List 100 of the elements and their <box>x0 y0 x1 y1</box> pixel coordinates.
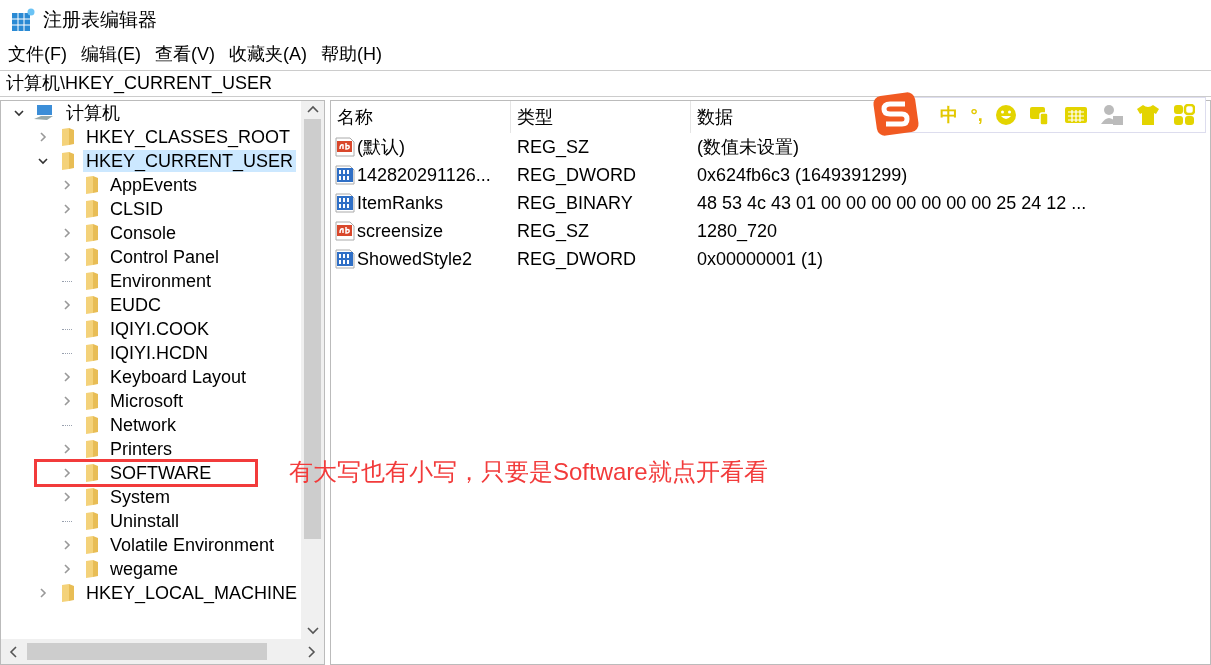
menu-item[interactable]: 收藏夹(A) <box>229 40 307 68</box>
chevron-right-icon[interactable] <box>61 227 73 239</box>
chevron-right-icon[interactable] <box>61 563 73 575</box>
chevron-down-icon[interactable] <box>37 155 49 167</box>
tree-item[interactable]: Control Panel <box>107 246 223 268</box>
value-name[interactable]: 142820291126... <box>357 161 491 189</box>
tree-line <box>62 352 72 354</box>
chevron-right-icon[interactable] <box>61 539 73 551</box>
annotation-text: 有大写也有小写，只要是Software就点开看看 <box>289 457 768 487</box>
tree-item[interactable]: Keyboard Layout <box>107 366 250 388</box>
value-data: 0x624fb6c3 (1649391299) <box>696 163 909 187</box>
column-header[interactable]: 名称 <box>331 101 511 133</box>
string-value-icon <box>335 221 355 241</box>
value-name[interactable]: screensize <box>357 217 444 245</box>
tree-item[interactable]: 计算机 <box>63 102 123 124</box>
binary-value-icon <box>335 249 355 269</box>
folder-icon <box>85 439 99 459</box>
chevron-right-icon[interactable] <box>61 203 73 215</box>
column-header[interactable]: 类型 <box>511 101 691 133</box>
value-name[interactable]: (默认) <box>357 133 405 161</box>
folder-icon <box>61 583 75 603</box>
tree-item[interactable]: SOFTWARE <box>107 462 215 484</box>
menu-item[interactable]: 文件(F) <box>8 40 67 68</box>
tree-item[interactable]: CLSID <box>107 198 166 220</box>
chevron-right-icon[interactable] <box>61 491 73 503</box>
tree-item[interactable]: Uninstall <box>107 510 183 532</box>
value-type: REG_DWORD <box>516 163 637 188</box>
chevron-right-icon[interactable] <box>37 587 49 599</box>
chevron-right-icon[interactable] <box>61 395 73 407</box>
tree-item[interactable]: wegame <box>107 558 182 580</box>
folder-icon <box>85 391 99 411</box>
menu-item[interactable]: 帮助(H) <box>321 40 382 68</box>
value-data: 0x00000001 (1) <box>696 247 825 271</box>
tree-line <box>62 424 72 426</box>
computer-icon <box>33 104 55 122</box>
tree-item[interactable]: HKEY_LOCAL_MACHINE <box>83 582 301 604</box>
value-type: REG_SZ <box>516 135 591 160</box>
folder-icon <box>61 127 75 147</box>
tree-item[interactable]: Network <box>107 414 179 436</box>
value-name[interactable]: ItemRanks <box>357 189 444 217</box>
chevron-right-icon[interactable] <box>61 371 73 383</box>
folder-icon <box>85 223 99 243</box>
folder-icon <box>85 271 99 291</box>
shirt-icon[interactable] <box>1136 104 1161 126</box>
chevron-right-icon[interactable] <box>61 179 73 191</box>
binary-value-icon <box>335 193 355 213</box>
chevron-down-icon[interactable] <box>13 107 25 119</box>
value-type: REG_SZ <box>516 219 591 244</box>
value-type: REG_DWORD <box>516 247 637 272</box>
tree-item[interactable]: Console <box>107 222 180 244</box>
horizontal-scrollbar[interactable] <box>1 639 324 664</box>
tree-item[interactable]: IQIYI.COOK <box>107 318 213 340</box>
tree-line <box>62 520 72 522</box>
folder-icon <box>85 175 99 195</box>
scroll-down-icon[interactable] <box>306 627 319 635</box>
binary-value-icon <box>335 165 355 185</box>
apps-icon[interactable] <box>1172 104 1195 126</box>
tree-line <box>62 280 72 282</box>
chevron-right-icon[interactable] <box>37 131 49 143</box>
user-icon[interactable] <box>1100 104 1125 126</box>
app-icon <box>11 8 35 32</box>
folder-icon <box>61 151 75 171</box>
folder-icon <box>85 511 99 531</box>
tree-item[interactable]: AppEvents <box>107 174 201 196</box>
chevron-right-icon[interactable] <box>61 299 73 311</box>
tree-item[interactable]: Environment <box>107 270 215 292</box>
keyboard-icon[interactable] <box>1063 106 1088 124</box>
tree-item[interactable]: IQIYI.HCDN <box>107 342 211 364</box>
folder-icon <box>85 415 99 435</box>
chevron-right-icon[interactable] <box>61 467 73 479</box>
scroll-up-icon[interactable] <box>306 105 319 113</box>
tree-item[interactable]: HKEY_CLASSES_ROOT <box>83 126 294 148</box>
value-name[interactable]: ShowedStyle2 <box>357 245 473 273</box>
tree-item[interactable]: Volatile Environment <box>107 534 278 556</box>
value-type: REG_BINARY <box>516 191 634 216</box>
chevron-right-icon[interactable] <box>61 443 73 455</box>
chevron-right-icon[interactable] <box>61 251 73 263</box>
menu-item[interactable]: 查看(V) <box>155 40 215 68</box>
tree-item[interactable]: System <box>107 486 173 508</box>
menu-item[interactable]: 编辑(E) <box>81 40 141 68</box>
address-field[interactable]: 计算机\HKEY_CURRENT_USER <box>6 70 273 97</box>
scroll-left-icon[interactable] <box>9 645 17 658</box>
folder-icon <box>85 367 99 387</box>
tree-item[interactable]: HKEY_CURRENT_USER <box>83 150 297 172</box>
tree-item[interactable]: Microsoft <box>107 390 186 412</box>
window-title: 注册表编辑器 <box>43 7 157 32</box>
value-data: 48 53 4c 43 01 00 00 00 00 00 00 00 25 24 12 ... <box>696 191 1088 215</box>
scroll-right-icon[interactable] <box>308 645 316 658</box>
folder-icon <box>85 247 99 267</box>
value-data: 1280_720 <box>696 219 779 244</box>
value-data: (数值未设置) <box>696 135 800 159</box>
string-value-icon <box>335 137 355 157</box>
smiley-icon[interactable] <box>995 104 1018 126</box>
folder-icon <box>85 319 99 339</box>
folder-icon <box>85 463 99 483</box>
tree-line <box>62 328 72 330</box>
folder-icon <box>85 295 99 315</box>
tree-item[interactable]: Printers <box>107 438 175 460</box>
folder-icon <box>85 199 99 219</box>
tree-item[interactable]: EUDC <box>107 294 164 316</box>
